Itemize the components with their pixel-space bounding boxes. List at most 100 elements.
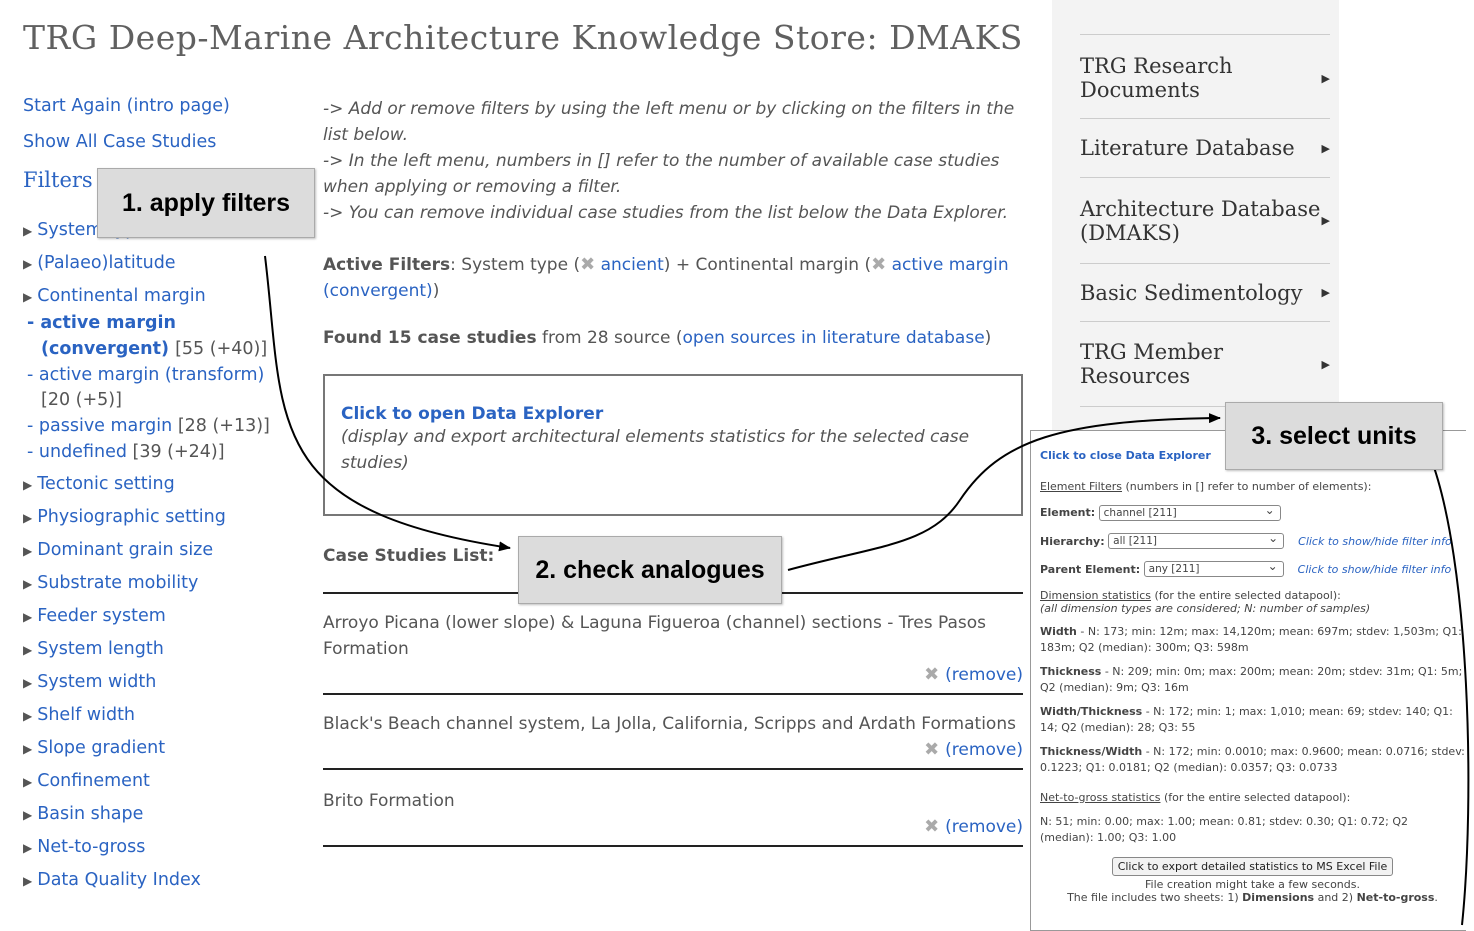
export-excel-button[interactable]: Click to export detailed statistics to M… [1111,857,1394,876]
parent-element-filter-row: Parent Element: any [211]Click to show/h… [1040,559,1465,577]
expand-triangle-icon: ▶ [23,257,33,271]
filter-substrate-mobility[interactable]: ▶ Substrate mobility [23,571,313,596]
caret-right-icon: ▶ [1321,286,1330,299]
option-undefined[interactable]: - undefined [39 (+24)] [27,440,313,466]
expand-triangle-icon: ▶ [23,675,33,690]
hierarchy-filter-row: Hierarchy: all [211]Click to show/hide f… [1040,531,1465,549]
element-filter-row: Element: channel [211] [1040,503,1465,521]
open-data-explorer-link[interactable]: Click to open Data Explorer [341,404,603,424]
option-active-margin-transform[interactable]: - active margin (transform) [27,363,313,389]
filter-system-width[interactable]: ▶ System width [23,670,313,695]
filter-dominant-grain-size[interactable]: ▶ Dominant grain size [23,538,313,563]
expand-triangle-icon: ▶ [23,290,33,304]
filter-tectonic-setting[interactable]: ▶ Tectonic setting [23,472,313,497]
menu-item-architecture-database[interactable]: Architecture Database (DMAKS) ▶ [1080,178,1330,264]
width-thickness-stats: Width/Thickness - N: 172; min: 1; max: 1… [1040,705,1453,734]
expand-triangle-icon: ▶ [23,774,33,789]
instruction-3: -> You can remove individual case studie… [323,203,1009,223]
expand-triangle-icon: ▶ [23,576,33,591]
filter-palaeolatitude[interactable]: ▶ (Palaeo)latitude [23,251,313,276]
parent-element-select[interactable]: any [211] [1143,559,1284,577]
page-title: TRG Deep-Marine Architecture Knowledge S… [23,18,1023,57]
element-filters-heading: Element Filters (numbers in [] refer to … [1040,480,1372,493]
expand-triangle-icon: ▶ [23,609,33,624]
toggle-filter-info-link[interactable]: Click to show/hide filter info [1298,563,1452,576]
option-active-margin-transform-count: [20 (+5)] [41,390,122,411]
remove-case-study-button[interactable]: ✖ (remove) [323,664,1023,685]
hierarchy-select[interactable]: all [211] [1108,531,1285,549]
remove-case-study-button[interactable]: ✖ (remove) [323,816,1023,837]
expand-triangle-icon: ▶ [23,543,33,558]
filter-feeder-system[interactable]: ▶ Feeder system [23,604,313,629]
main-content: -> Add or remove filters by using the le… [323,96,1023,847]
remove-icon: ✖ [924,739,940,760]
thickness-width-stats: Thickness/Width - N: 172; min: 0.0010; m… [1040,745,1465,774]
filter-net-to-gross[interactable]: ▶ Net-to-gross [23,835,313,860]
case-study-title: Arroyo Picana (lower slope) & Laguna Fig… [323,613,986,659]
right-menu: TRG Research Documents ▶ Literature Datab… [1052,0,1339,432]
expand-triangle-icon: ▶ [23,477,33,492]
list-item: Brito Formation ✖ (remove) [323,768,1023,845]
toggle-filter-info-link[interactable]: Click to show/hide filter info [1298,535,1452,548]
expand-triangle-icon: ▶ [23,642,33,657]
menu-item-trg-member-resources[interactable]: TRG Member Resources ▶ [1080,322,1330,407]
export-note: File creation might take a few seconds. [1145,878,1360,891]
callout-select-units: 3. select units [1225,402,1443,470]
remove-icon: ✖ [924,816,940,837]
expand-triangle-icon: ▶ [23,807,33,822]
caret-right-icon: ▶ [1321,141,1330,155]
export-section: Click to export detailed statistics to M… [1040,857,1465,904]
case-study-title: Brito Formation [323,791,455,811]
dimension-note: (all dimension types are considered; N: … [1040,602,1371,615]
callout-apply-filters: 1. apply filters [97,168,315,238]
list-item: Black's Beach channel system, La Jolla, … [323,693,1023,768]
option-active-margin-convergent-line2[interactable]: (convergent) [55 (+40)] [27,337,313,363]
element-select[interactable]: channel [211] [1098,503,1281,521]
data-explorer-box: Click to open Data Explorer (display and… [323,374,1023,516]
filter-data-quality-index[interactable]: ▶ Data Quality Index [23,868,313,893]
list-divider [323,845,1023,847]
filter-confinement[interactable]: ▶ Confinement [23,769,313,794]
expand-triangle-icon: ▶ [23,224,33,238]
continental-margin-options: - active margin (convergent) [55 (+40)] … [27,311,313,466]
expand-triangle-icon: ▶ [23,708,33,723]
open-sources-link[interactable]: open sources in literature database [683,328,985,348]
filter-physiographic-setting[interactable]: ▶ Physiographic setting [23,505,313,530]
instruction-2: -> In the left menu, numbers in [] refer… [323,151,1000,197]
expand-triangle-icon: ▶ [23,741,33,756]
expand-triangle-icon: ▶ [23,510,33,525]
menu-item-partial [1080,0,1330,35]
data-explorer-description: (display and export architectural elemen… [341,427,970,473]
net-to-gross-heading: Net-to-gross statistics (for the entire … [1040,791,1351,804]
show-all-case-studies-link[interactable]: Show All Case Studies [23,132,313,152]
active-filters: Active Filters: System type (✖ ancient) … [323,252,1009,301]
list-item: Arroyo Picana (lower slope) & Laguna Fig… [323,592,1023,693]
remove-filter-icon[interactable]: ✖ [871,252,886,278]
close-data-explorer-link[interactable]: Click to close Data Explorer [1040,449,1211,462]
filter-slope-gradient[interactable]: ▶ Slope gradient [23,736,313,761]
export-sheets-note: The file includes two sheets: 1) Dimensi… [1067,891,1438,904]
filter-basin-shape[interactable]: ▶ Basin shape [23,802,313,827]
option-active-margin-convergent[interactable]: - active margin [27,311,313,337]
caret-right-icon: ▶ [1321,357,1330,371]
filter-shelf-width[interactable]: ▶ Shelf width [23,703,313,728]
filter-continental-margin[interactable]: ▶ Continental margin [23,284,313,309]
expand-triangle-icon: ▶ [23,840,33,855]
menu-item-trg-research-documents[interactable]: TRG Research Documents ▶ [1080,38,1330,119]
net-to-gross-stats: N: 51; min: 0.00; max: 1.00; mean: 0.81;… [1040,815,1409,844]
option-passive-margin[interactable]: - passive margin [28 (+13)] [27,414,313,440]
start-again-link[interactable]: Start Again (intro page) [23,96,313,116]
caret-right-icon: ▶ [1321,71,1330,85]
expand-triangle-icon: ▶ [23,873,33,888]
instruction-1: -> Add or remove filters by using the le… [323,99,1015,145]
remove-case-study-button[interactable]: ✖ (remove) [323,739,1023,760]
case-study-title: Black's Beach channel system, La Jolla, … [323,714,1016,734]
active-filter-ancient[interactable]: ancient [601,255,664,275]
filter-system-length[interactable]: ▶ System length [23,637,313,662]
menu-item-basic-sedimentology[interactable]: Basic Sedimentology ▶ [1080,264,1330,322]
menu-item-literature-database[interactable]: Literature Database ▶ [1080,119,1330,178]
remove-icon: ✖ [924,664,940,685]
width-stats: Width - N: 173; min: 12m; max: 14,120m; … [1040,625,1462,654]
remove-filter-icon[interactable]: ✖ [580,252,595,278]
case-studies-list: Arroyo Picana (lower slope) & Laguna Fig… [323,592,1023,847]
